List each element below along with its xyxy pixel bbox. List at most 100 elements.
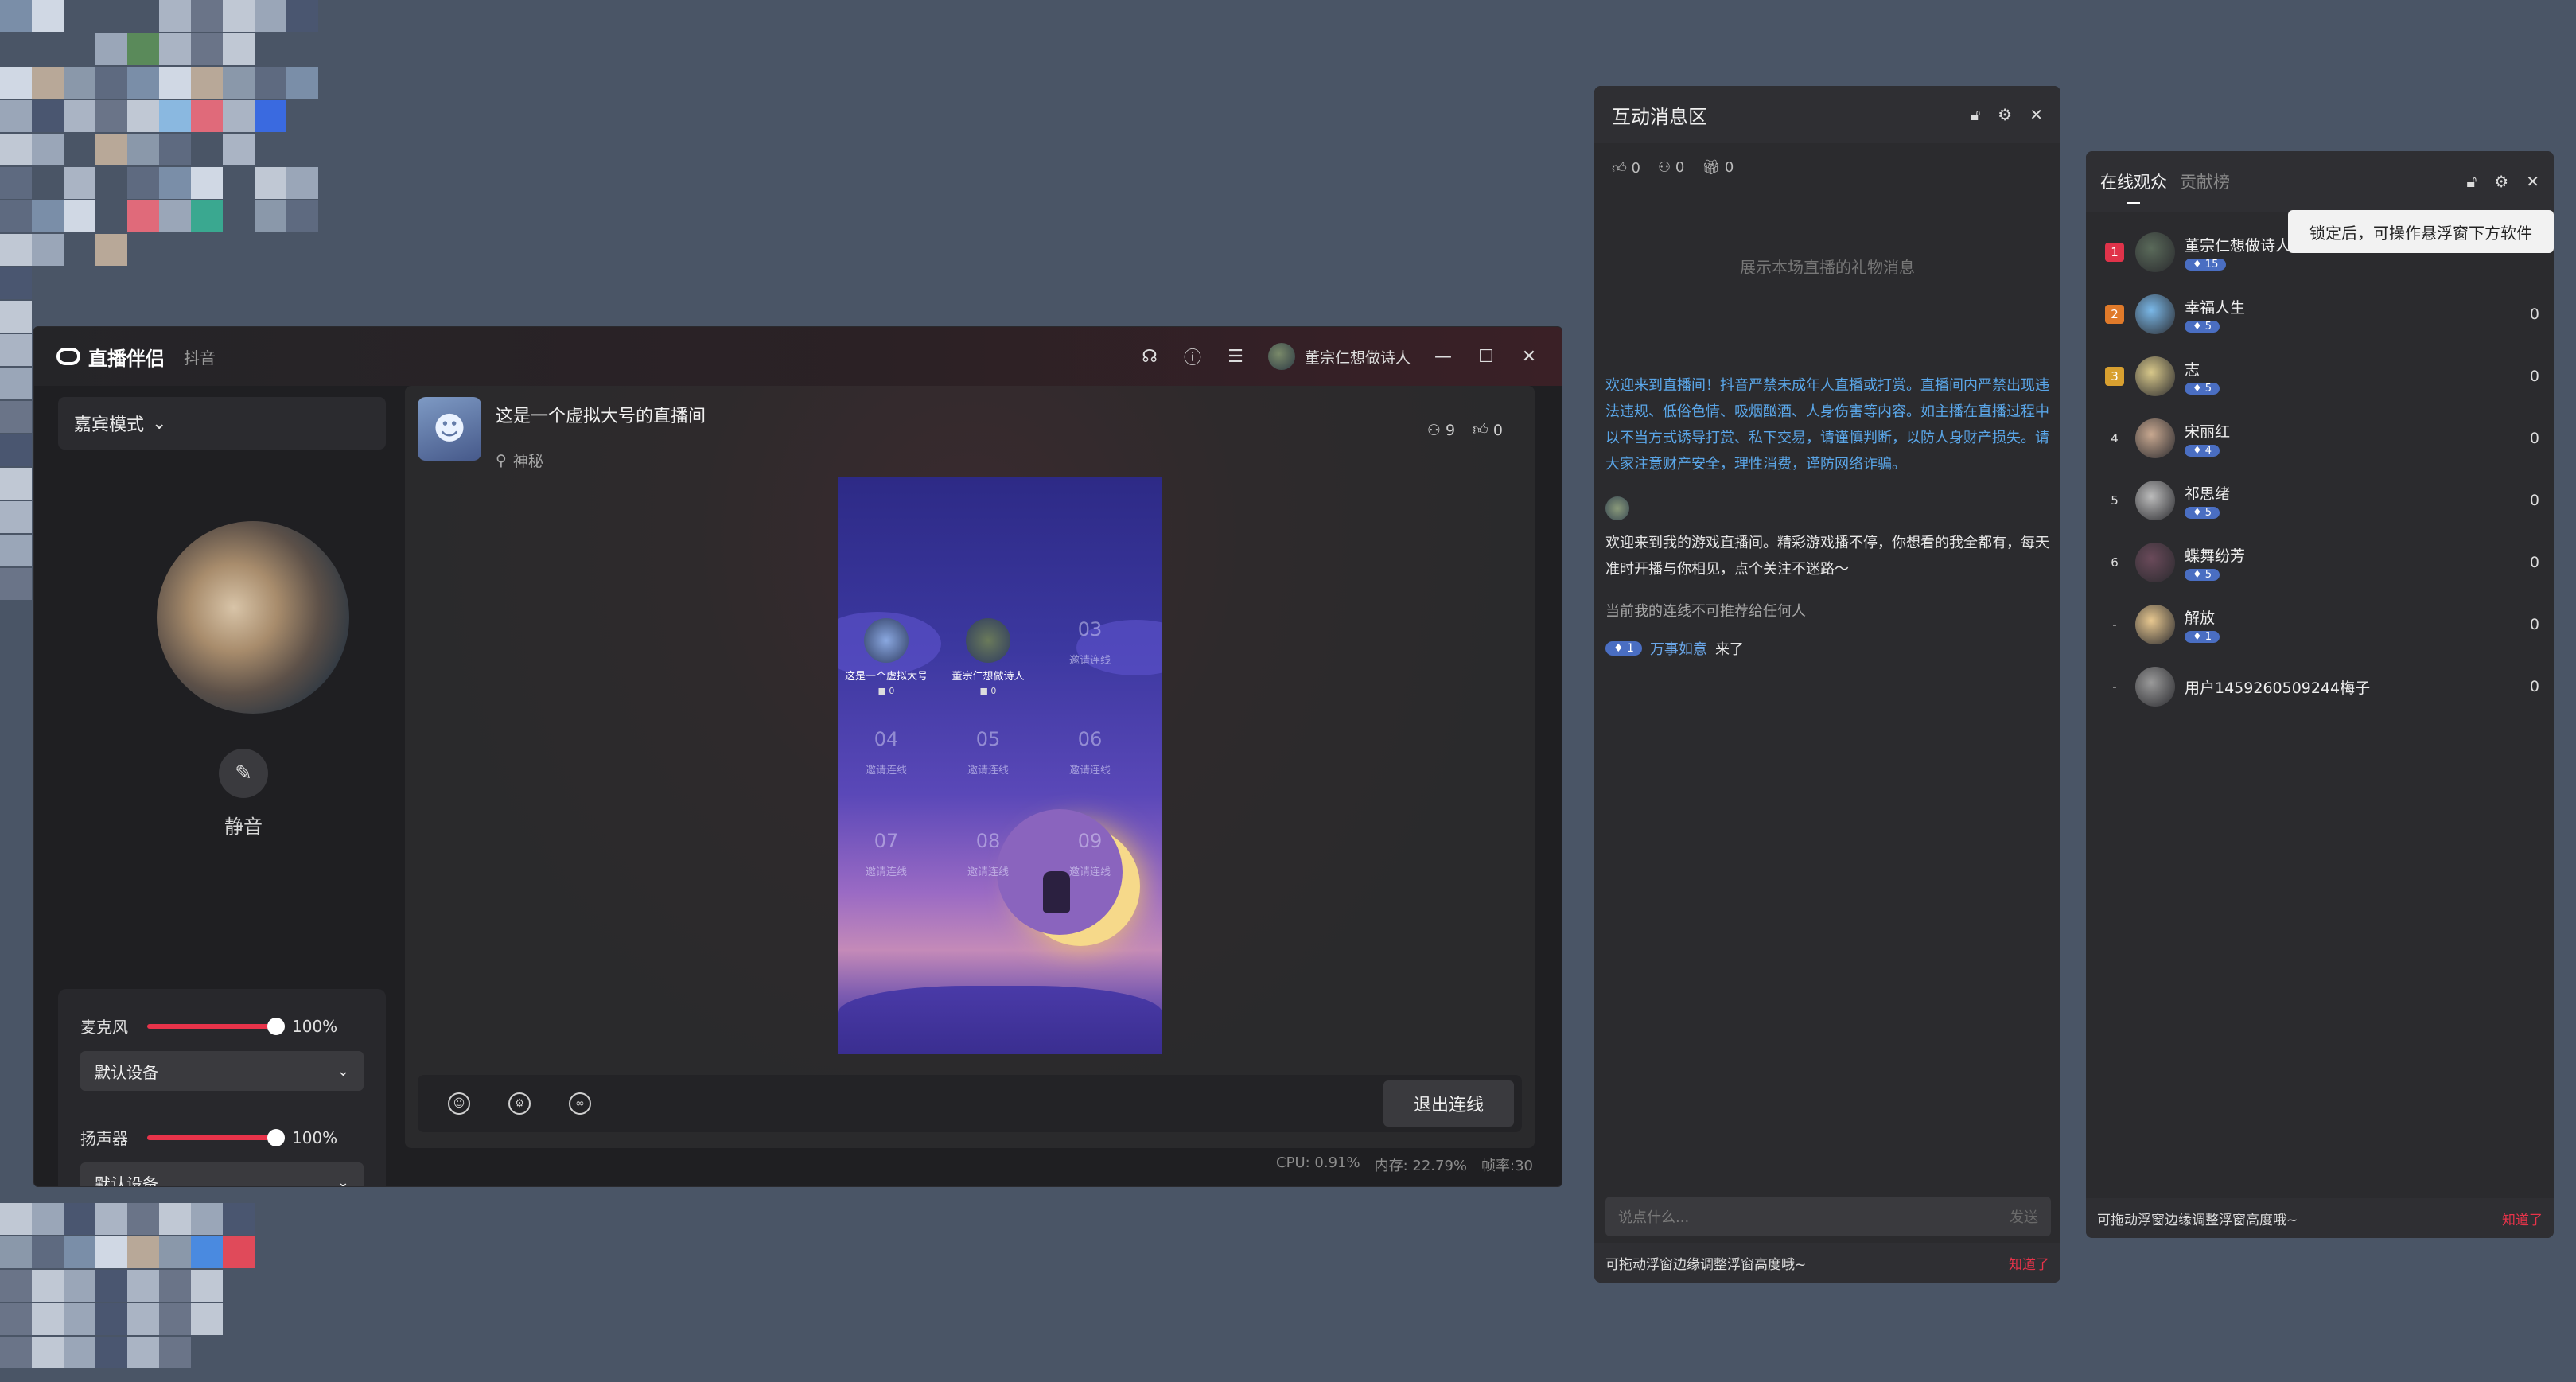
seat-slot[interactable]: 这是一个虚拟大号 ■ 0 <box>842 618 930 696</box>
contribution-score: 0 <box>2529 678 2539 695</box>
like-count: 👍︎ 0 <box>1473 421 1503 439</box>
level-badge: ♦ 5 <box>2185 383 2220 395</box>
audience-row[interactable]: 3 志 ♦ 5 0 <box>2105 348 2539 404</box>
headset-icon[interactable]: ☊ <box>1139 346 1160 367</box>
seat-slot[interactable]: 07 邀请连线 <box>842 830 930 878</box>
like-count-value: 0 <box>1631 160 1640 177</box>
unlock-icon[interactable]: 🔓︎ <box>2466 172 2477 191</box>
chat-input[interactable]: 说点什么... 发送 <box>1605 1197 2051 1236</box>
mosaic-tile <box>95 67 127 99</box>
speaker-volume-slider[interactable] <box>147 1128 285 1146</box>
memory-usage: 内存: 22.79% <box>1374 1158 1468 1174</box>
invite-link-label: 邀请连线 <box>967 765 1009 777</box>
exit-link-button[interactable]: 退出连线 <box>1383 1080 1514 1127</box>
seat-slot[interactable]: 09 邀请连线 <box>1046 830 1134 878</box>
mosaic-tile <box>64 100 95 132</box>
mic-device-select[interactable]: 默认设备 ⌄ <box>80 1051 364 1091</box>
room-title: 这是一个虚拟大号的直播间 <box>496 407 706 426</box>
mosaic-tile <box>0 200 32 232</box>
location-pin-icon: ⚲ <box>496 451 507 469</box>
resize-tip: 可拖动浮窗边缘调整浮窗高度哦~ <box>1605 1256 1807 1273</box>
join-user-name[interactable]: 万事如意 <box>1650 638 1707 659</box>
audience-row[interactable]: - 解放 ♦ 1 0 <box>2105 597 2539 652</box>
emoji-icon[interactable]: ☺ <box>448 1092 470 1115</box>
mosaic-tile <box>127 134 159 165</box>
user-count-value: 0 <box>1675 159 1685 176</box>
audio-settings: 麦克风 100% 默认设备 ⌄ 扬声器 100% 默认设备 ⌄ <box>58 989 386 1186</box>
close-icon[interactable]: ✕ <box>2526 172 2539 191</box>
mic-volume-slider[interactable] <box>147 1017 285 1035</box>
alien-icon: ☻ <box>433 411 466 447</box>
user-profile[interactable]: 董宗仁想做诗人 <box>1267 343 1411 370</box>
dismiss-tip-button[interactable]: 知道了 <box>2009 1253 2049 1273</box>
ground-decoration <box>838 986 1162 1054</box>
mosaic-tile <box>255 167 286 199</box>
tab-contribution-rank[interactable]: 贡献榜 <box>2180 169 2230 193</box>
mosaic-tile <box>0 468 32 500</box>
seat-number: 05 <box>975 728 1001 750</box>
seat-slot[interactable]: 04 邀请连线 <box>842 728 930 777</box>
level-badge: ♦ 5 <box>2185 569 2220 581</box>
menu-icon[interactable]: ☰ <box>1225 346 1246 367</box>
mosaic-tile <box>95 33 127 65</box>
level-value: 5 <box>2204 383 2212 395</box>
mic-level-text: 100% <box>292 1016 338 1036</box>
seat-number: 08 <box>975 830 1001 852</box>
mosaic-tile <box>95 1270 127 1302</box>
send-button[interactable]: 发送 <box>2010 1206 2038 1227</box>
mute-button[interactable]: ✎ <box>219 749 268 798</box>
level-badge: ♦ 1 <box>1605 641 1642 656</box>
speaker-device-select[interactable]: 默认设备 ⌄ <box>80 1162 364 1186</box>
settings-icon[interactable]: ⚙ <box>1998 105 2012 124</box>
settings-icon[interactable]: ⚙ <box>2494 172 2508 191</box>
mosaic-tile <box>223 0 255 32</box>
level-value: 4 <box>2204 445 2212 457</box>
minimize-icon[interactable]: — <box>1433 346 1453 367</box>
mute-label: 静音 <box>224 816 263 838</box>
audience-row[interactable]: 5 祁思绪 ♦ 5 0 <box>2105 473 2539 528</box>
settings-icon[interactable]: ⚙ <box>508 1092 531 1115</box>
seat-slot[interactable]: 05 邀请连线 <box>944 728 1032 777</box>
speaker-label: 扬声器 <box>80 1129 128 1148</box>
mic-mute-icon: ✎ <box>235 761 252 785</box>
system-notice: 欢迎来到直播间！抖音严禁未成年人直播或打赏。直播间内严禁出现违法违规、低俗色情、… <box>1605 377 2049 473</box>
mosaic-tile <box>223 1203 255 1235</box>
maximize-icon[interactable]: ☐ <box>1476 346 1496 367</box>
audience-row[interactable]: 6 蝶舞纷芳 ♦ 5 0 <box>2105 535 2539 590</box>
seat-slot[interactable]: 03 邀请连线 <box>1046 618 1134 667</box>
tab-online-audience[interactable]: 在线观众 <box>2100 169 2167 204</box>
viewer-count-value: 9 <box>1445 421 1456 439</box>
level-value: 15 <box>2204 259 2219 271</box>
seat-slot[interactable]: 06 邀请连线 <box>1046 728 1134 777</box>
mosaic-tile <box>0 368 32 399</box>
link-icon[interactable]: ∞ <box>569 1092 591 1115</box>
mosaic-tile <box>223 67 255 99</box>
speaker-volume-fill <box>147 1135 276 1140</box>
help-icon[interactable]: ⓘ <box>1182 346 1203 368</box>
invite-link-label: 邀请连线 <box>865 765 907 777</box>
speaker-volume-knob[interactable] <box>267 1128 285 1146</box>
contribution-score: 0 <box>2529 368 2539 385</box>
audience-row[interactable]: 4 宋丽红 ♦ 4 0 <box>2105 411 2539 466</box>
audience-row[interactable]: - 用户1459260509244梅子 0 <box>2105 659 2539 714</box>
room-stats: ⚇ 9 👍︎ 0 <box>1427 421 1503 439</box>
left-panel: 嘉宾模式 ⌄ ✎ 静音 麦克风 100% 默认设备 ⌄ 扬声器 100% 默认设… <box>58 386 392 1186</box>
unlock-icon[interactable]: 🔓︎ <box>1970 105 1980 124</box>
audience-row[interactable]: 2 幸福人生 ♦ 5 0 <box>2105 286 2539 342</box>
guest-mode-dropdown[interactable]: 嘉宾模式 ⌄ <box>58 397 386 450</box>
dismiss-tip-button[interactable]: 知道了 <box>2502 1209 2543 1228</box>
seat-slot[interactable]: 董宗仁想做诗人 ■ 0 <box>944 618 1032 696</box>
mosaic-tile <box>95 1337 127 1368</box>
audience-panel-header: 在线观众 贡献榜 🔓︎ ⚙ ✕ <box>2086 151 2554 212</box>
close-icon[interactable]: ✕ <box>1519 346 1539 367</box>
mic-volume-knob[interactable] <box>267 1017 285 1035</box>
thumbs-up-icon: 👍︎ <box>1612 160 1627 177</box>
level-value: 5 <box>2204 321 2212 333</box>
mosaic-tile <box>223 33 255 65</box>
mosaic-tile <box>0 401 32 433</box>
mosaic-tile <box>127 1270 159 1302</box>
mosaic-tile <box>127 167 159 199</box>
seat-slot[interactable]: 08 邀请连线 <box>944 830 1032 878</box>
close-icon[interactable]: ✕ <box>2029 105 2043 124</box>
mosaic-tile <box>191 0 223 32</box>
